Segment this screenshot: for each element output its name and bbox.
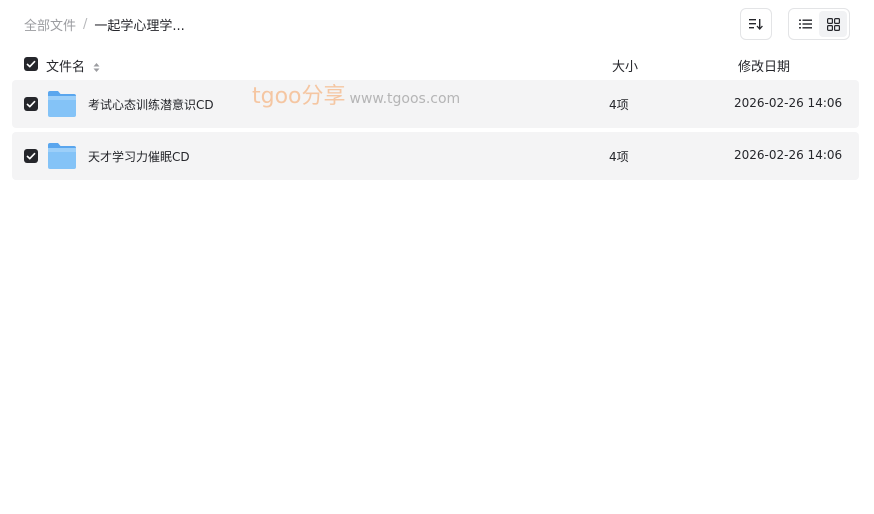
name-column-header[interactable]: 文件名 (46, 56, 100, 75)
file-name[interactable]: 考试心态训练潜意识CD (88, 96, 214, 113)
breadcrumb: 全部文件 / 一起学心理学... (24, 15, 185, 34)
modified-column-header[interactable]: 修改日期 (738, 56, 790, 75)
view-toggle-group (788, 8, 850, 40)
sort-icon (749, 19, 763, 30)
check-icon (26, 152, 36, 160)
file-size: 4项 (609, 98, 629, 112)
file-size: 4项 (609, 150, 629, 164)
breadcrumb-root-link[interactable]: 全部文件 (24, 15, 76, 34)
sort-button[interactable] (740, 8, 772, 40)
name-column-label: 文件名 (46, 60, 86, 75)
row-checkbox[interactable] (24, 97, 38, 111)
list-view-icon (798, 19, 812, 29)
grid-view-button[interactable] (819, 11, 847, 37)
size-column-header[interactable]: 大小 (612, 56, 638, 75)
list-view-button[interactable] (791, 11, 819, 37)
row-checkbox[interactable] (24, 149, 38, 163)
table-header: 文件名 大小 修改日期 (12, 48, 859, 80)
select-all-checkbox[interactable] (24, 57, 38, 71)
file-row[interactable]: 天才学习力催眠CD 4项 2026-02-26 14:06 (12, 132, 859, 180)
sort-arrows-icon (93, 63, 100, 72)
grid-view-icon (826, 17, 840, 31)
file-name[interactable]: 天才学习力催眠CD (88, 148, 190, 165)
breadcrumb-separator: / (83, 17, 88, 32)
file-modified-date: 2026-02-26 14:06 (734, 148, 843, 162)
top-bar: 全部文件 / 一起学心理学... (0, 0, 874, 48)
file-row[interactable]: 考试心态训练潜意识CD 4项 2026-02-26 14:06 (12, 80, 859, 128)
check-icon (26, 60, 36, 68)
check-icon (26, 100, 36, 108)
file-modified-date: 2026-02-26 14:06 (734, 96, 843, 110)
folder-icon (48, 143, 76, 169)
breadcrumb-current: 一起学心理学... (94, 19, 185, 34)
folder-icon (48, 91, 76, 117)
